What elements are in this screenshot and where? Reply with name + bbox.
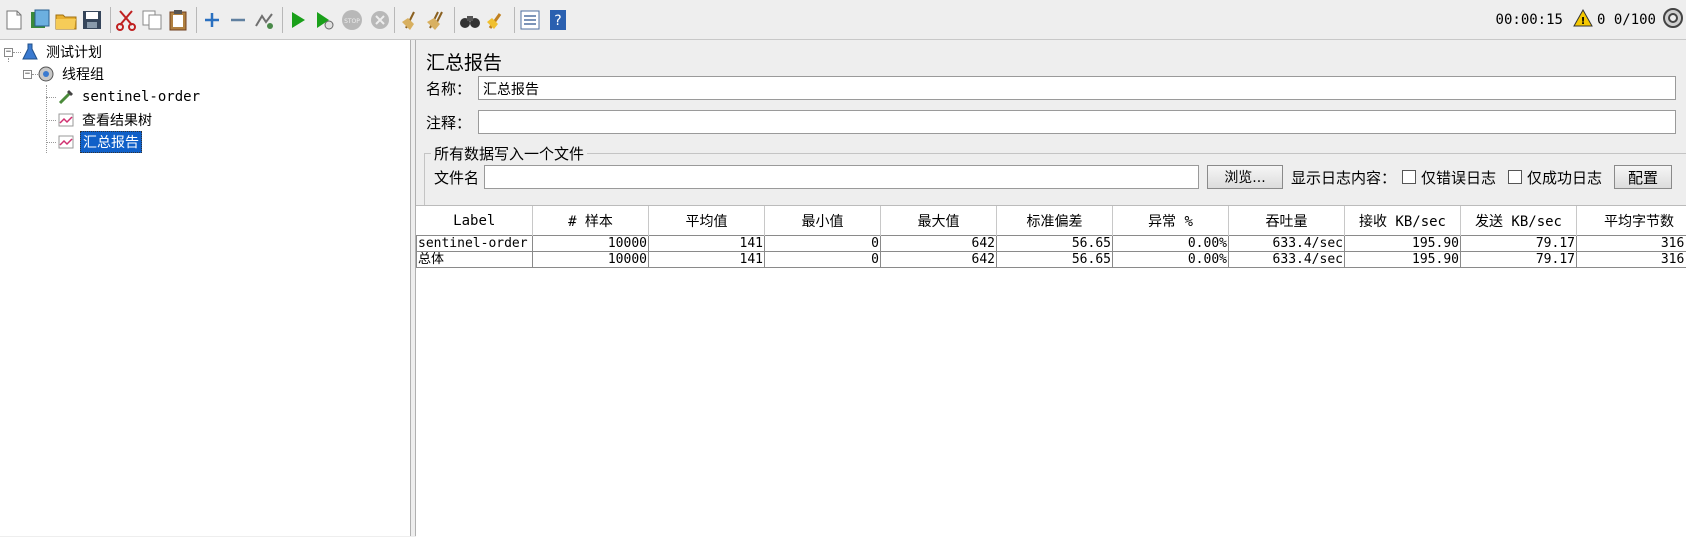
table-cell: 0.00% bbox=[1113, 236, 1229, 252]
table-cell: 56.65 bbox=[997, 252, 1113, 268]
svg-text:?: ? bbox=[554, 13, 561, 29]
table-cell: 10000 bbox=[533, 236, 649, 252]
comment-label: 注释： bbox=[426, 112, 478, 133]
filename-label: 文件名 bbox=[434, 167, 484, 188]
elapsed-time: 00:00:15 bbox=[1496, 12, 1563, 28]
open-icon[interactable] bbox=[54, 8, 78, 32]
table-cell: 141 bbox=[649, 236, 765, 252]
page-title: 汇总报告 bbox=[426, 48, 502, 75]
table-cell: 316.7 bbox=[1577, 236, 1686, 252]
listener-graph-icon bbox=[56, 110, 76, 130]
expand-icon[interactable] bbox=[200, 8, 224, 32]
comment-input[interactable] bbox=[478, 110, 1676, 134]
table-cell: 0.00% bbox=[1113, 252, 1229, 268]
reset-search-icon[interactable] bbox=[484, 8, 508, 32]
summary-report-panel: 汇总报告 名称： 汇总报告 注释： 所有数据写入一个文件 文件名 浏览... 显… bbox=[416, 40, 1686, 536]
column-header[interactable]: 接收 KB/sec bbox=[1345, 206, 1461, 236]
table-cell: 633.4/sec bbox=[1229, 252, 1345, 268]
table-cell: 642 bbox=[881, 252, 997, 268]
test-plan-tree: − 测试计划 − 线程组 sentinel-order 查看结果树 汇总报告 bbox=[0, 40, 410, 536]
toggle-icon[interactable] bbox=[252, 8, 276, 32]
table-cell: 总体 bbox=[417, 252, 533, 268]
listener-graph-icon bbox=[56, 132, 76, 152]
column-header[interactable]: 平均值 bbox=[649, 206, 765, 236]
table-header-row: Label # 样本 平均值 最小值 最大值 标准偏差 异常 % 吞吐量 接收 … bbox=[417, 206, 1686, 236]
table-cell: 316.7 bbox=[1577, 252, 1686, 268]
function-helper-icon[interactable] bbox=[518, 8, 542, 32]
tree-item-summary-report[interactable]: 汇总报告 bbox=[56, 131, 142, 153]
column-header[interactable]: 最小值 bbox=[765, 206, 881, 236]
table-cell: sentinel-order bbox=[417, 236, 533, 252]
status-bar: 00:00:15 ! 0 0/100 bbox=[1496, 0, 1686, 40]
column-header[interactable]: # 样本 bbox=[533, 206, 649, 236]
column-header[interactable]: 平均字节数 bbox=[1577, 206, 1686, 236]
copy-icon[interactable] bbox=[140, 8, 164, 32]
name-input[interactable]: 汇总报告 bbox=[478, 76, 1676, 100]
browse-button[interactable]: 浏览... bbox=[1207, 165, 1283, 189]
help-icon[interactable]: ? bbox=[546, 8, 570, 32]
column-header[interactable]: 标准偏差 bbox=[997, 206, 1113, 236]
test-plan-icon bbox=[20, 42, 40, 62]
paste-icon[interactable] bbox=[166, 8, 190, 32]
table-cell: 195.90 bbox=[1345, 236, 1461, 252]
collapse-toggle[interactable]: − bbox=[4, 48, 13, 57]
log-content-label: 显示日志内容： bbox=[1291, 167, 1396, 188]
templates-icon[interactable] bbox=[28, 8, 52, 32]
table-cell: 633.4/sec bbox=[1229, 236, 1345, 252]
cut-icon[interactable] bbox=[114, 8, 138, 32]
table-cell: 79.17 bbox=[1461, 236, 1577, 252]
table-cell: 642 bbox=[881, 236, 997, 252]
table-cell: 79.17 bbox=[1461, 252, 1577, 268]
table-cell: 195.90 bbox=[1345, 252, 1461, 268]
table-cell: 56.65 bbox=[997, 236, 1113, 252]
table-cell: 0 bbox=[765, 252, 881, 268]
column-header[interactable]: 异常 % bbox=[1113, 206, 1229, 236]
start-icon[interactable] bbox=[286, 8, 310, 32]
table-cell: 10000 bbox=[533, 252, 649, 268]
configure-button[interactable]: 配置 bbox=[1614, 165, 1672, 189]
results-table: Label # 样本 平均值 最小值 最大值 标准偏差 异常 % 吞吐量 接收 … bbox=[416, 205, 1686, 537]
start-no-pause-icon[interactable] bbox=[312, 8, 336, 32]
table-row[interactable]: 总体 10000 141 0 642 56.65 0.00% 633.4/sec… bbox=[417, 252, 1686, 268]
table-cell: 0 bbox=[765, 236, 881, 252]
collapse-toggle[interactable]: − bbox=[23, 70, 32, 79]
svg-text:STOP: STOP bbox=[344, 18, 360, 25]
new-icon[interactable] bbox=[2, 8, 26, 32]
table-row[interactable]: sentinel-order 10000 141 0 642 56.65 0.0… bbox=[417, 236, 1686, 252]
clear-icon[interactable] bbox=[398, 8, 422, 32]
tree-item-http-sampler[interactable]: sentinel-order bbox=[56, 86, 202, 108]
pipette-icon bbox=[56, 87, 76, 107]
success-only-checkbox[interactable] bbox=[1508, 170, 1522, 184]
gear-icon[interactable] bbox=[1662, 7, 1684, 33]
tree-item-test-plan[interactable]: 测试计划 bbox=[20, 41, 104, 63]
column-header[interactable]: 吞吐量 bbox=[1229, 206, 1345, 236]
stop-icon[interactable]: STOP bbox=[340, 8, 364, 32]
write-to-file-legend: 所有数据写入一个文件 bbox=[431, 143, 587, 164]
search-icon[interactable] bbox=[458, 8, 482, 32]
tree-item-view-results-tree[interactable]: 查看结果树 bbox=[56, 109, 154, 131]
shutdown-icon[interactable] bbox=[368, 8, 392, 32]
column-header[interactable]: 最大值 bbox=[881, 206, 997, 236]
toolbar: STOP ? 00:00:15 ! 0 0/100 bbox=[0, 0, 1686, 40]
table-cell: 141 bbox=[649, 252, 765, 268]
thread-count: 0/100 bbox=[1614, 12, 1656, 28]
save-icon[interactable] bbox=[80, 8, 104, 32]
column-header[interactable]: 发送 KB/sec bbox=[1461, 206, 1577, 236]
success-only-label: 仅成功日志 bbox=[1527, 167, 1602, 188]
errors-only-label: 仅错误日志 bbox=[1421, 167, 1496, 188]
name-label: 名称： bbox=[426, 78, 478, 99]
warning-icon[interactable]: ! bbox=[1573, 9, 1593, 31]
errors-only-checkbox[interactable] bbox=[1402, 170, 1416, 184]
svg-text:!: ! bbox=[1581, 16, 1586, 27]
column-header[interactable]: Label bbox=[417, 206, 533, 236]
filename-input[interactable] bbox=[484, 165, 1199, 189]
tree-item-thread-group[interactable]: 线程组 bbox=[36, 63, 106, 85]
clear-all-icon[interactable] bbox=[424, 8, 448, 32]
collapse-icon[interactable] bbox=[226, 8, 250, 32]
thread-group-icon bbox=[36, 64, 56, 84]
warning-count: 0 bbox=[1597, 12, 1605, 28]
